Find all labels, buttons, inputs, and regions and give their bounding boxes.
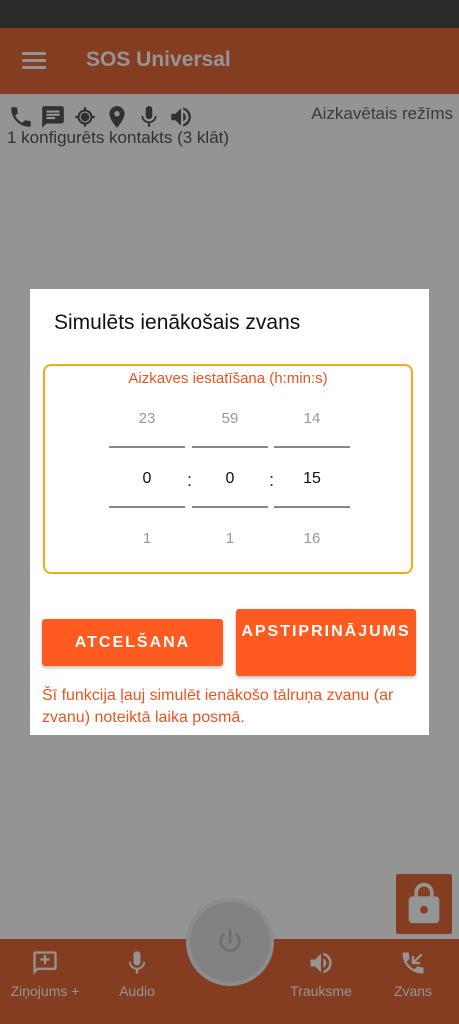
seconds-current: 15 [303, 470, 321, 487]
confirm-button[interactable]: APSTIPRINĀJUMS [236, 609, 416, 676]
hours-next: 1 [142, 530, 152, 547]
minutes-prev: 59 [221, 410, 239, 427]
seconds-prev: 14 [303, 410, 321, 427]
dialog-title: Simulēts ienākošais zvans [54, 311, 301, 334]
info-text: Šī funkcija ļauj simulēt ienākošo tālruņ… [42, 687, 394, 726]
delay-time-picker: Aizkaves iestatīšana (h:min:s) 23 0 1 : … [43, 364, 413, 574]
cancel-button[interactable]: ATCELŠANA [42, 619, 223, 666]
hours-current: 0 [142, 470, 152, 487]
minutes-current: 0 [225, 470, 235, 487]
seconds-next: 16 [303, 530, 321, 547]
hours-prev: 23 [138, 410, 156, 427]
minutes-next: 1 [225, 530, 235, 547]
picker-label: Aizkaves iestatīšana (h:min:s) [128, 370, 328, 387]
simulated-call-dialog: Simulēts ienākošais zvans Aizkaves iesta… [30, 289, 429, 735]
